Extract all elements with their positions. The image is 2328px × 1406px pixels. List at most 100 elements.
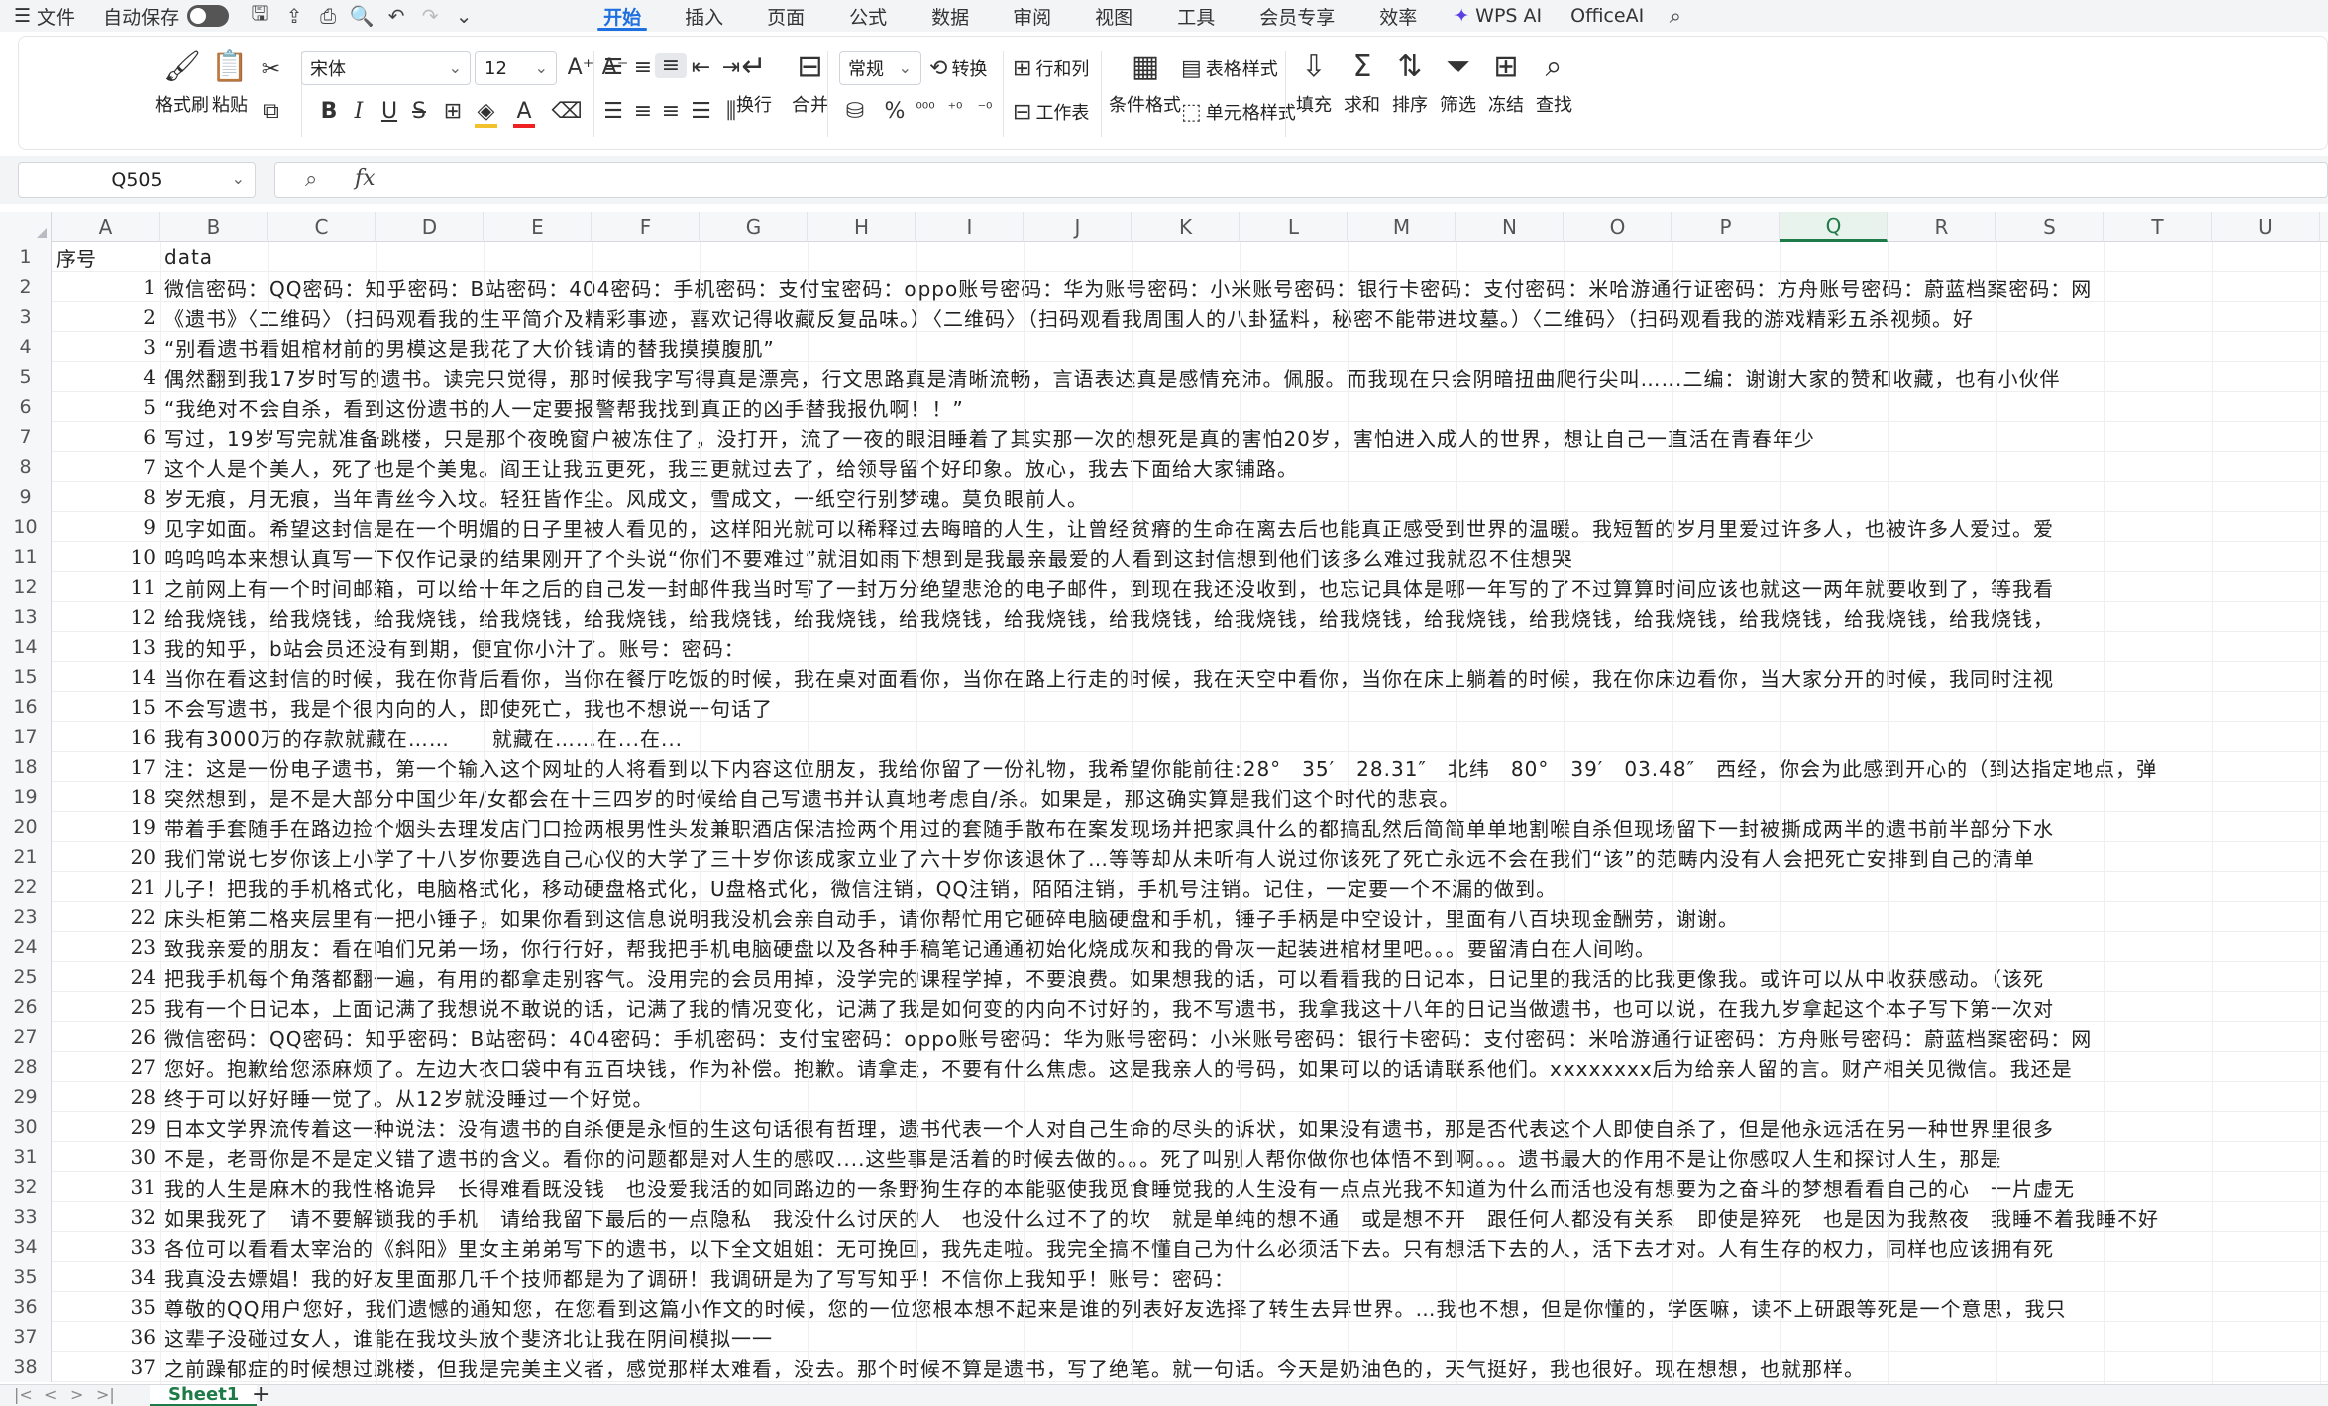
convert-button[interactable]: ⟲ 转换 [929,55,987,81]
cell-a[interactable]: 4 [52,362,160,392]
column-header-o[interactable]: O [1564,212,1672,242]
sheet-tab-sheet1[interactable]: Sheet1 [150,1384,258,1406]
column-header-j[interactable]: J [1024,212,1132,242]
column-header-m[interactable]: M [1348,212,1456,242]
fill-color-icon[interactable]: ◈ [475,99,497,128]
cell-a[interactable]: 3 [52,332,160,362]
cell-b[interactable]: 我有一个日记本，上面记满了我想说不敢说的话，记满了我的情况变化，记满了我是如何变… [164,992,2054,1022]
row-number[interactable]: 16 [0,692,52,722]
cell-a[interactable]: 29 [52,1112,160,1142]
row-number[interactable]: 29 [0,1082,52,1112]
row-number[interactable]: 4 [0,332,52,362]
cell-b[interactable]: 微信密码：QQ密码：知乎密码：B站密码：404密码：手机密码：支付宝密码：opp… [164,272,2092,302]
justify-icon[interactable]: ☰ [685,99,717,124]
menu-file[interactable]: ☰ 文件 [0,0,89,32]
column-header-n[interactable]: N [1456,212,1564,242]
cell-b[interactable]: 不是，老哥你是不是定义错了遗书的含义。看你的问题都是对人生的感叹....这些事是… [164,1142,2001,1172]
cell-b[interactable]: 给我烧钱，给我烧钱，给我烧钱，给我烧钱，给我烧钱，给我烧钱，给我烧钱，给我烧钱，… [164,602,2054,632]
thousands-icon[interactable]: ⁰⁰⁰ [909,99,941,118]
undo-icon[interactable]: ↶ [379,0,413,32]
cell-a[interactable]: 17 [52,752,160,782]
italic-button[interactable]: I [343,99,375,124]
rows-cols-button[interactable]: ⊞ 行和列 [1013,55,1089,81]
align-right-icon[interactable]: ≡ [655,99,687,124]
cell-a[interactable]: 20 [52,842,160,872]
fill-button[interactable]: ⇩ 填充 [1295,47,1333,117]
column-header-b[interactable]: B [160,212,268,242]
cut-icon[interactable]: ✂ [255,57,287,82]
border-icon[interactable]: ⊞ [437,99,469,124]
cell-a[interactable]: 12 [52,602,160,632]
cell-b[interactable]: 日本文学界流传着这一种说法：没有遗书的自杀便是永恒的生这句话很有哲理，遗书代表一… [164,1112,2054,1142]
filter-button[interactable]: ⏷ 筛选 [1439,47,1477,117]
zoom-icon[interactable]: ⌕ [305,167,317,192]
row-number[interactable]: 19 [0,782,52,812]
column-header-c[interactable]: C [268,212,376,242]
cell-b[interactable]: 我的知乎，b站会员还没有到期，便宜你小汁了。账号：密码： [164,632,745,662]
conditional-format-button[interactable]: ▦ 条件格式 [1109,47,1181,117]
sort-button[interactable]: ⇅ 排序 [1391,47,1429,117]
row-number[interactable]: 11 [0,542,52,572]
cell-b[interactable]: 偶然翻到我17岁时写的遗书。读完只觉得，那时候我字写得真是漂亮，行文思路真是清晰… [164,362,2060,392]
decrease-indent-icon[interactable]: ⇤ [685,55,717,80]
column-header-f[interactable]: F [592,212,700,242]
tab-2[interactable]: 页面 [745,0,827,32]
sum-button[interactable]: Σ 求和 [1343,47,1381,117]
cell-b[interactable]: 岁无痕，月无痕，当年青丝今入坟。轻狂皆作尘。风成文，雪成文，一纸空行别梦魂。莫负… [164,482,1088,512]
tab-8[interactable]: 会员专享 [1237,0,1357,32]
fx-icon[interactable]: fx [355,166,376,191]
prev-sheet-icon[interactable]: < [44,1385,57,1404]
row-number[interactable]: 22 [0,872,52,902]
cell-a[interactable]: 33 [52,1232,160,1262]
cell-b[interactable]: 当你在看这封信的时候，我在你背后看你，当你在餐厅吃饭的时候，我在桌对面看你，当你… [164,662,2054,692]
cell-b[interactable]: 如果我死了 请不要解锁我的手机 请给我留下最后的一点隐私 我没什么讨厌的人 也没… [164,1202,2159,1232]
table-style-button[interactable]: ▤ 表格样式 [1181,55,1278,81]
row-number[interactable]: 13 [0,602,52,632]
cell-a[interactable]: 6 [52,422,160,452]
currency-icon[interactable]: ⛁ [839,99,871,124]
row-number[interactable]: 10 [0,512,52,542]
more-chevron-icon[interactable]: ⌄ [447,0,481,32]
cell-b[interactable]: 各位可以看看太宰治的《斜阳》里女主弟弟写下的遗书，以下全文姐姐：无可挽回，我先走… [164,1232,2054,1262]
font-color-button[interactable]: A [513,99,535,128]
column-header-u[interactable]: U [2212,212,2320,242]
cell-a[interactable]: 序号 [52,242,160,272]
row-number[interactable]: 2 [0,272,52,302]
cell-a[interactable]: 11 [52,572,160,602]
row-number[interactable]: 6 [0,392,52,422]
row-number[interactable]: 23 [0,902,52,932]
copy-icon[interactable]: ⧉ [255,99,287,124]
print-preview-icon[interactable]: 🔍 [345,0,379,32]
row-number[interactable]: 28 [0,1052,52,1082]
tab-1[interactable]: 插入 [663,0,745,32]
save-icon[interactable]: 🖫 [243,0,277,32]
cell-a[interactable]: 32 [52,1202,160,1232]
column-header-a[interactable]: A [52,212,160,242]
first-sheet-icon[interactable]: |< [14,1385,33,1404]
align-left-icon[interactable]: ☰ [597,99,629,124]
row-number[interactable]: 31 [0,1142,52,1172]
tab-6[interactable]: 视图 [1073,0,1155,32]
row-number[interactable]: 36 [0,1292,52,1322]
name-box[interactable]: Q505 ⌄ [18,162,256,198]
row-number[interactable]: 5 [0,362,52,392]
clear-format-icon[interactable]: ⌫ [551,99,583,124]
cell-a[interactable]: 23 [52,932,160,962]
row-number[interactable]: 32 [0,1172,52,1202]
add-sheet-button[interactable]: + [252,1382,270,1406]
cell-a[interactable]: 5 [52,392,160,422]
column-header-e[interactable]: E [484,212,592,242]
cell-b[interactable]: 写过，19岁写完就准备跳楼，只是那个夜晚窗户被冻住了，没打开，流了一夜的眼泪睡着… [164,422,1815,452]
row-number[interactable]: 24 [0,932,52,962]
last-sheet-icon[interactable]: >| [96,1385,115,1404]
autosave-toggle[interactable]: 自动保存 [89,0,243,32]
decrease-decimal-icon[interactable]: ⁻⁰ [969,99,1001,118]
cell-b[interactable]: 《遗书》〈二维码〉（扫码观看我的生平简介及精彩事迹，喜欢记得收藏反复品味。）〈二… [164,302,1974,332]
row-number[interactable]: 27 [0,1022,52,1052]
cell-b[interactable]: 之前网上有一个时间邮箱，可以给十年之后的自己发一封邮件我当时写了一封万分绝望悲沧… [164,572,2054,602]
cell-a[interactable]: 9 [52,512,160,542]
cell-b[interactable]: 注：这是一份电子遗书，第一个输入这个网址的人将看到以下内容这位朋友，我给你留了一… [164,752,2157,782]
cell-a[interactable]: 30 [52,1142,160,1172]
cell-a[interactable]: 35 [52,1292,160,1322]
cell-b[interactable]: 突然想到，是不是大部分中国少年/女都会在十三四岁的时候给自己写遗书并认真地考虑自… [164,782,1460,812]
